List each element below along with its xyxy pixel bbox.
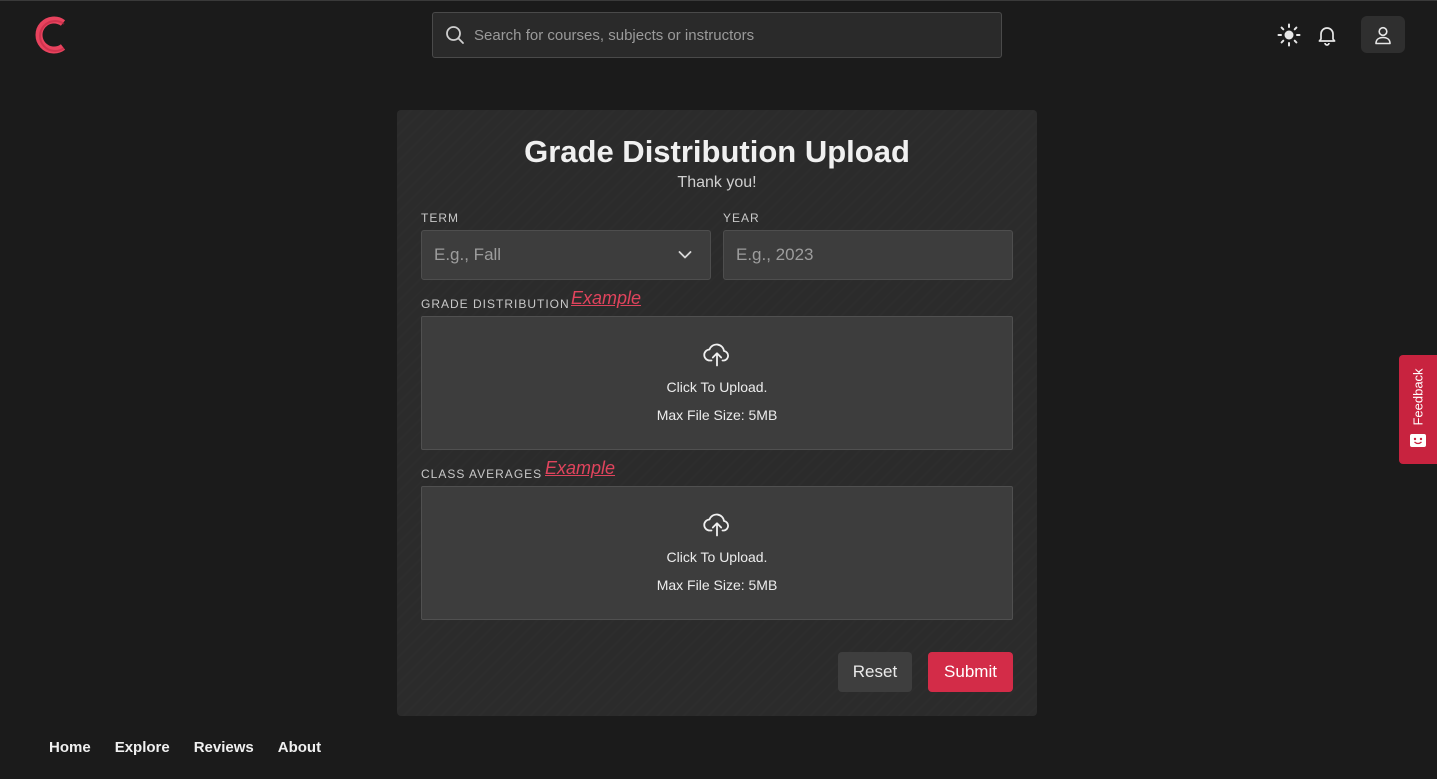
submit-button[interactable]: Submit [928,652,1013,692]
notifications-button[interactable] [1314,22,1340,48]
footer-link-explore[interactable]: Explore [115,739,170,756]
search-icon [446,26,464,44]
top-divider [0,0,1437,1]
logo[interactable] [30,14,72,56]
footer-nav: Home Explore Reviews About [49,739,321,756]
year-label: YEAR [723,211,760,225]
class-averages-label: CLASS AVERAGES [421,467,543,481]
upload-instruction: Click To Upload. [666,379,768,395]
class-averages-example-link[interactable]: Example [545,458,615,479]
class-averages-dropzone[interactable]: Click To Upload. Max File Size: 5MB [421,486,1013,620]
term-select-value: E.g., Fall [434,245,502,264]
feedback-face-icon [1410,434,1426,447]
footer-link-reviews[interactable]: Reviews [194,739,254,756]
feedback-tab[interactable]: Feedback [1399,355,1437,464]
term-label: TERM [421,211,459,225]
reset-button[interactable]: Reset [838,652,912,692]
cloud-upload-icon [703,343,729,367]
grade-distribution-example-link[interactable]: Example [571,288,641,309]
page-title: Grade Distribution Upload [524,134,910,169]
sun-icon [1277,23,1301,47]
term-select[interactable]: E.g., Fall [421,230,711,280]
chevron-down-icon [678,251,692,259]
page-subtitle: Thank you! [677,174,757,191]
user-icon [1375,26,1391,44]
year-input[interactable] [736,245,986,265]
theme-toggle-button[interactable] [1276,22,1302,48]
grade-distribution-label: GRADE DISTRIBUTION [421,297,570,311]
search-input[interactable] [474,26,974,44]
search-bar[interactable] [432,12,1002,58]
feedback-label: Feedback [1410,368,1426,426]
cloud-upload-icon [703,513,729,537]
upload-instruction: Click To Upload. [666,549,768,565]
footer-link-about[interactable]: About [278,739,321,756]
grade-distribution-dropzone[interactable]: Click To Upload. Max File Size: 5MB [421,316,1013,450]
bell-icon [1318,27,1336,46]
max-file-size: Max File Size: 5MB [656,577,778,593]
logo-c-icon [35,16,66,54]
user-menu-button[interactable] [1361,16,1405,53]
year-field[interactable] [723,230,1013,280]
max-file-size: Max File Size: 5MB [656,407,778,423]
footer-link-home[interactable]: Home [49,739,91,756]
